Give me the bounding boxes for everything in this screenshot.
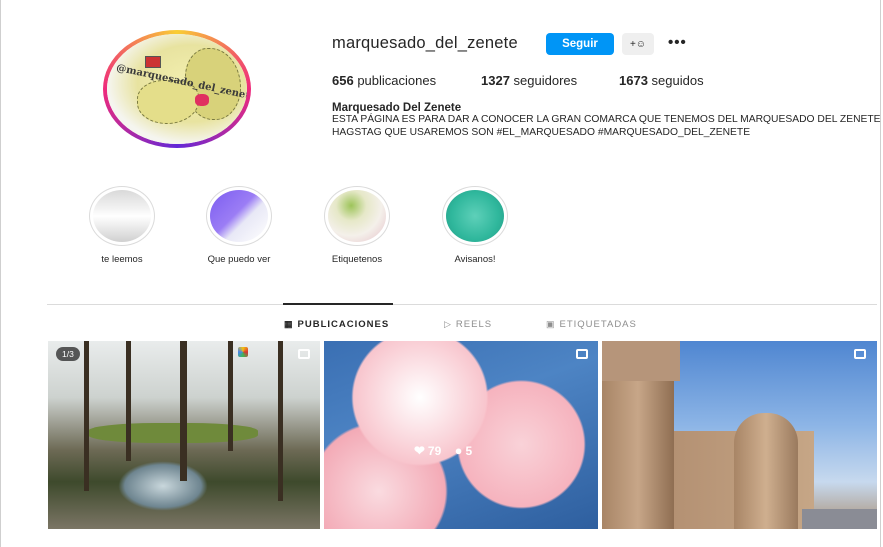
carousel-icon: [576, 349, 588, 359]
highlight-cover: [328, 190, 386, 242]
heart-icon: ❤: [414, 443, 425, 458]
bio-line: HAGSTAG QUE USAREMOS SON #EL_MARQUESADO …: [332, 126, 751, 138]
avatar-image: @marquesado_del_zenete: [107, 34, 247, 144]
frame-border-right: [880, 0, 881, 547]
comments-count: 5: [465, 444, 473, 458]
post-stats-overlay: ❤ 79 ● 5: [414, 443, 472, 459]
carousel-icon: [298, 349, 310, 359]
followers-count: 1327: [481, 73, 510, 88]
follow-button[interactable]: Seguir: [546, 33, 614, 55]
post-castle[interactable]: [602, 341, 877, 529]
following-count: 1673: [619, 73, 648, 88]
tab-publicaciones[interactable]: ▦ PUBLICACIONES: [284, 319, 389, 330]
post-almond-blossom[interactable]: ❤ 79 ● 5: [324, 341, 598, 529]
add-user-icon: +☺: [629, 38, 647, 50]
flag-icon: [145, 56, 161, 68]
carousel-badge: 1/3: [56, 347, 80, 361]
suggest-user-button[interactable]: +☺: [622, 33, 654, 55]
sticker-icon: [238, 347, 248, 357]
reels-icon: ▷: [444, 319, 452, 329]
grid-icon: ▦: [284, 319, 294, 329]
highlight-label: Etiquetenos: [331, 254, 383, 265]
tabs-divider: [47, 304, 877, 305]
bio-name: Marquesado Del Zenete: [332, 102, 462, 114]
bio-line: ESTA PÁGINA ES PARA DAR A CONOCER LA GRA…: [332, 114, 881, 125]
profile-avatar[interactable]: @marquesado_del_zenete: [103, 30, 251, 148]
highlight-te-leemos[interactable]: te leemos: [82, 186, 162, 265]
active-tab-indicator: [283, 303, 393, 305]
highlight-etiquetenos[interactable]: Etiquetenos: [317, 186, 397, 265]
tab-etiquetadas[interactable]: ▣ ETIQUETADAS: [546, 319, 637, 330]
highlight-label: Que puedo ver: [207, 254, 271, 265]
tagged-icon: ▣: [546, 319, 556, 329]
highlight-que-puedo-ver[interactable]: Que puedo ver: [199, 186, 279, 265]
following-stat[interactable]: 1673 seguidos: [619, 73, 704, 88]
followers-stat[interactable]: 1327 seguidores: [481, 73, 577, 88]
highlight-cover: [210, 190, 268, 242]
likes-count: 79: [427, 444, 442, 458]
comment-icon: ●: [454, 443, 463, 458]
followers-label: seguidores: [513, 73, 578, 88]
highlight-avisanos[interactable]: Avisanos!: [435, 186, 515, 265]
carousel-icon: [854, 349, 866, 359]
following-label: seguidos: [651, 73, 704, 88]
highlight-cover: [93, 190, 151, 242]
tab-reels[interactable]: ▷ REELS: [444, 319, 492, 330]
map-highlight: [195, 94, 209, 106]
highlight-label: te leemos: [101, 254, 143, 265]
bio-text: ESTA PÁGINA ES PARA DAR A CONOCER LA GRA…: [332, 114, 883, 139]
profile-username: marquesado_del_zenete: [332, 34, 518, 52]
highlight-cover: [446, 190, 504, 242]
more-options-button[interactable]: •••: [668, 34, 692, 52]
post-forest-stream[interactable]: 1/3: [48, 341, 320, 529]
highlight-label: Avisanos!: [454, 254, 496, 265]
posts-label: publicaciones: [357, 73, 437, 88]
posts-count-stat[interactable]: 656 publicaciones: [332, 73, 436, 88]
frame-border-left: [0, 0, 1, 547]
posts-count: 656: [332, 73, 354, 88]
